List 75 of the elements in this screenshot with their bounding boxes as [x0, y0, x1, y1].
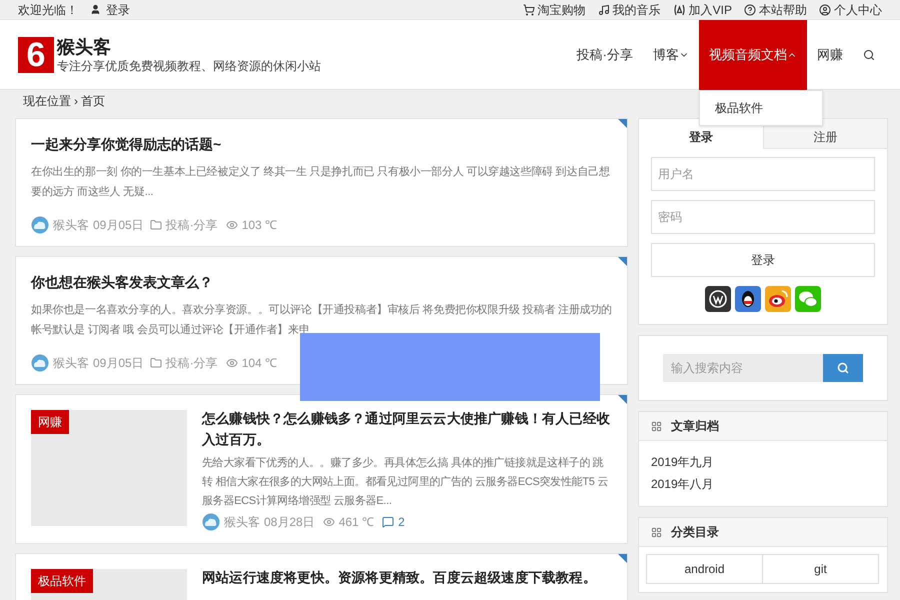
- archive-link[interactable]: 2019年九月: [651, 453, 875, 472]
- search-icon: [837, 362, 849, 374]
- corner-mark-icon: [618, 554, 627, 563]
- top-link[interactable]: 加入VIP: [672, 0, 732, 18]
- menu-item[interactable]: 极品软件: [700, 96, 822, 118]
- breadcrumb-label: 现在位置: [23, 93, 71, 110]
- post-date: 09月05日: [93, 355, 144, 372]
- category-tag: 网赚: [31, 410, 69, 434]
- login-button[interactable]: 登录: [651, 243, 875, 277]
- search-button[interactable]: [823, 354, 863, 382]
- comment-icon: [382, 516, 394, 528]
- corner-mark-icon: [618, 119, 627, 128]
- site-tagline: 专注分享优质免费视频教程、网络资源的休闲小站: [57, 58, 321, 74]
- breadcrumb-link[interactable]: 首页: [81, 92, 105, 110]
- welcome-text: 欢迎光临！: [18, 2, 78, 18]
- user-icon: [819, 4, 831, 16]
- top-link[interactable]: 我的音乐: [598, 0, 661, 18]
- nav-item[interactable]: 视频音频文档: [699, 20, 807, 90]
- corner-mark-icon: [618, 395, 627, 404]
- category-link[interactable]: android: [646, 554, 763, 584]
- wechat-icon[interactable]: [795, 286, 821, 312]
- post-excerpt: 在你出生的那一刻 你的一生基本上已经被定义了 终其一生 只是挣扎而已 只有极小一部分人 可以穿越这些障碍 到达自己想要的远方 而这些人 无疑...: [31, 164, 611, 200]
- widget-title: 分类目录: [671, 524, 719, 541]
- view-count: 103 ℃: [242, 217, 278, 234]
- top-link[interactable]: 淘宝购物: [522, 0, 586, 18]
- comment-count: 2: [398, 514, 405, 531]
- nav-item[interactable]: 网赚: [807, 20, 853, 90]
- search-field[interactable]: 输入搜索内容: [663, 354, 823, 382]
- eye-icon: [226, 219, 238, 231]
- category-link[interactable]: git: [762, 554, 879, 584]
- author-name: 猴头客: [53, 217, 89, 234]
- eye-icon: [322, 516, 335, 528]
- music-icon: [598, 4, 610, 16]
- widget-title: 文章归档: [671, 418, 719, 435]
- corner-mark-icon: [618, 257, 627, 266]
- post-excerpt: 先给大家看下优秀的人。。赚了多少。再具体怎么搞 具体的推广链接就是这样子的 跳转 相信大家在很多的大网站上面。都看见过阿里的广告的 云服务器ECS突发性能T5 云服务器ECS计算网络增强型 云服务器E...: [202, 456, 610, 509]
- top-link[interactable]: 本站帮助: [744, 0, 807, 18]
- logo-mark: 6: [18, 36, 54, 72]
- breadcrumb-separator: ›: [74, 93, 78, 110]
- archive-link[interactable]: 2019年八月: [651, 475, 875, 494]
- cloud-avatar-icon: [202, 513, 220, 531]
- author-name: 猴头客: [53, 355, 89, 372]
- post-date: 08月28日: [264, 514, 315, 531]
- nav-item[interactable]: 博客: [643, 20, 699, 90]
- grid-icon: [651, 526, 662, 538]
- folder-icon: [150, 219, 162, 231]
- user-icon: [90, 4, 101, 15]
- post-date: 09月05日: [93, 217, 144, 234]
- nav-item[interactable]: 投稿·分享: [566, 20, 643, 90]
- eye-icon: [226, 357, 238, 369]
- post-excerpt: 如果你也是一名喜欢分享的人。喜欢分享资源。。可以评论【开通投稿者】审核后 将免费把你权限升级 投稿者 注册成功的帐号默认是 订阅者 哦 会员可以通过评论【开通作者】来申: [31, 302, 613, 338]
- triangle-icon: [672, 4, 686, 16]
- weibo-icon[interactable]: [765, 286, 791, 312]
- view-count: 461 ℃: [338, 514, 374, 531]
- post-title[interactable]: 一起来分享你觉得励志的话题~: [31, 134, 612, 154]
- post-title[interactable]: 网站运行速度将更快。资源将更精致。百度云超级速度下载教程。: [202, 567, 596, 588]
- penguin-icon[interactable]: [735, 286, 761, 312]
- folder-icon: [150, 357, 162, 369]
- login-link[interactable]: 登录: [90, 0, 130, 18]
- cart-icon: [522, 4, 535, 16]
- wordpress-icon[interactable]: [705, 286, 731, 312]
- username-field[interactable]: 用户名: [651, 157, 875, 191]
- view-count: 104 ℃: [242, 355, 278, 372]
- password-field[interactable]: 密码: [651, 200, 875, 234]
- author-name: 猴头客: [224, 514, 260, 531]
- top-link[interactable]: 个人中心: [819, 0, 882, 18]
- post-title[interactable]: 怎么赚钱快？怎么赚钱多？通过阿里云云大使推广赚钱！有人已经收入过百万。: [202, 408, 612, 450]
- site-name: 猴头客: [57, 36, 112, 58]
- search-icon: [863, 48, 875, 60]
- post-title[interactable]: 你也想在猴头客发表文章么？: [31, 272, 612, 292]
- cloud-avatar-icon: [31, 354, 49, 372]
- category-tag: 极品软件: [31, 569, 93, 593]
- cloud-avatar-icon: [31, 216, 49, 234]
- help-icon: [744, 4, 756, 16]
- grid-icon: [651, 420, 662, 432]
